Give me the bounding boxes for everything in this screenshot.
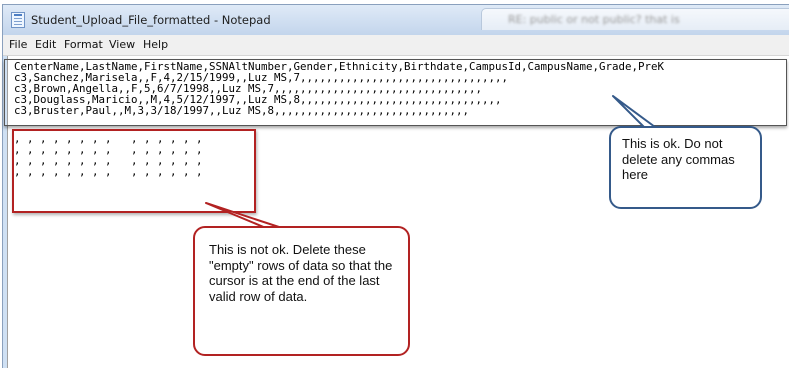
not-ok-callout: This is not ok. Delete these "empty" row… xyxy=(193,226,410,356)
bad-callout-pointer xyxy=(205,202,283,229)
ok-callout: This is ok. Do not delete any commas her… xyxy=(609,126,762,209)
ok-callout-pointer xyxy=(612,95,656,129)
